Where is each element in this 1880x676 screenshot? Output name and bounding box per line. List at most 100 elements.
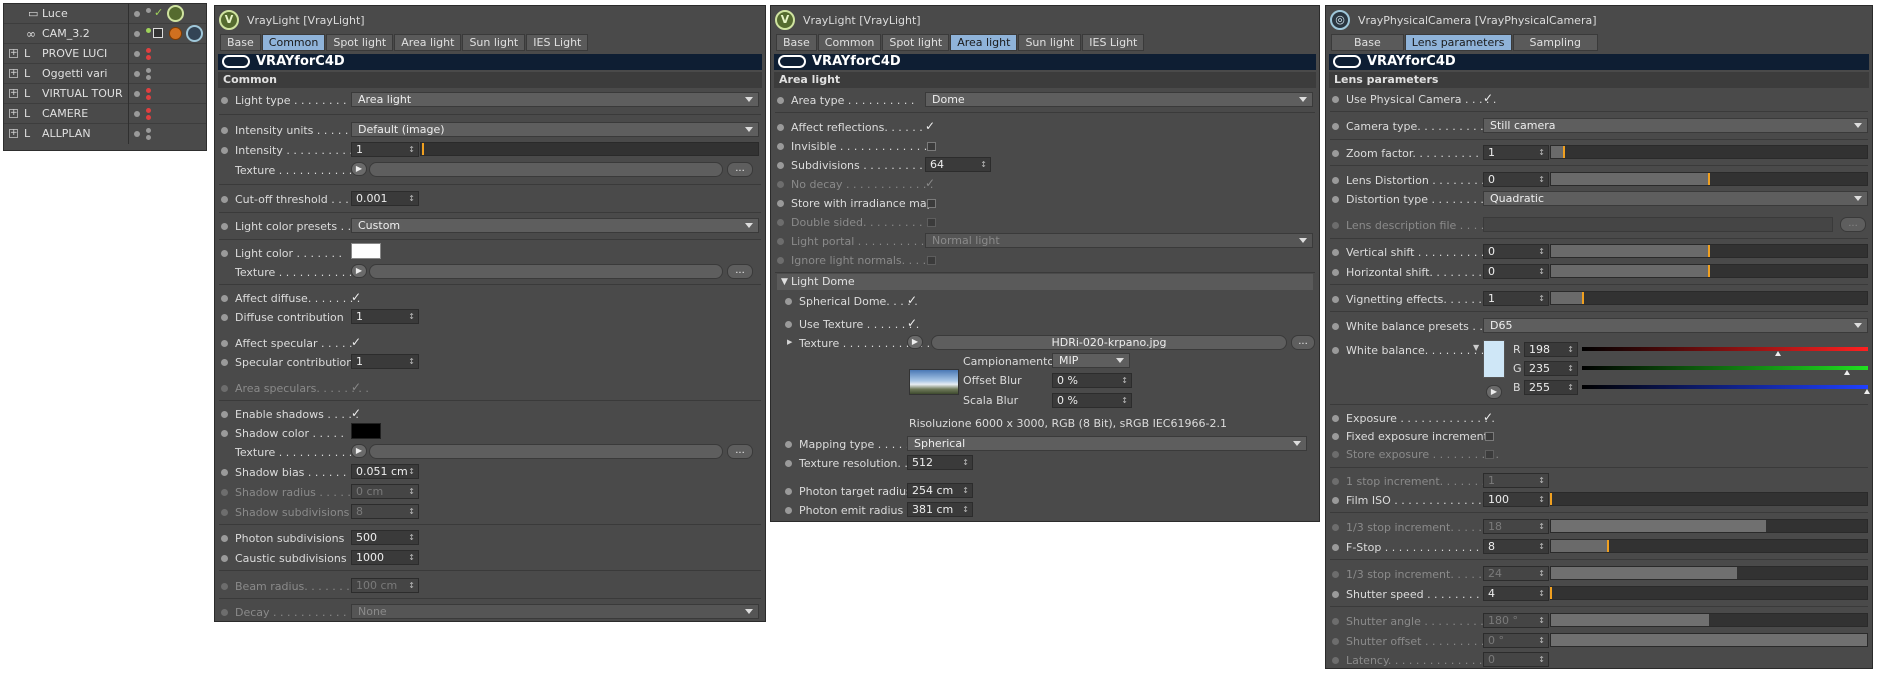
animate-dot-icon[interactable] — [1332, 415, 1339, 422]
enabled-check-icon[interactable]: ✓ — [154, 6, 163, 19]
editor-dot-icon[interactable] — [146, 55, 151, 60]
film-iso-field[interactable]: 100 — [1483, 492, 1549, 507]
no-render-tag-icon[interactable] — [169, 27, 182, 40]
vertical-shift-field[interactable]: 0 — [1483, 244, 1549, 259]
expand-icon[interactable]: + — [9, 69, 18, 78]
affect-specular-checkbox[interactable]: ✓ — [351, 335, 361, 349]
shutter-speed-field[interactable]: 4 — [1483, 586, 1549, 601]
invisible-checkbox[interactable] — [927, 142, 936, 151]
animate-dot-icon[interactable] — [1332, 657, 1339, 664]
texture-play-icon[interactable]: ▶ — [351, 264, 367, 278]
cutoff-field[interactable]: 0.001 — [351, 191, 419, 206]
green-channel-slider[interactable] — [1582, 366, 1868, 370]
zoom-factor-slider[interactable] — [1550, 145, 1868, 159]
visibility-dot-icon[interactable] — [134, 131, 140, 137]
animate-dot-icon[interactable] — [785, 298, 792, 305]
tab-ies-light[interactable]: IES Light — [1082, 34, 1145, 51]
vray-tag-icon[interactable] — [167, 5, 184, 22]
tab-common[interactable]: Common — [817, 34, 882, 51]
enable-shadows-checkbox[interactable]: ✓ — [351, 406, 361, 420]
animate-dot-icon[interactable] — [777, 200, 784, 207]
blue-slider-handle[interactable] — [1864, 389, 1870, 394]
animate-dot-icon[interactable] — [221, 314, 228, 321]
animate-dot-icon[interactable] — [1332, 433, 1339, 440]
animate-dot-icon[interactable] — [1332, 269, 1339, 276]
lens-distortion-field[interactable]: 0 — [1483, 172, 1549, 187]
red-channel-slider[interactable] — [1582, 347, 1868, 351]
store-exposure-checkbox[interactable] — [1485, 450, 1494, 459]
tab-spot-light[interactable]: Spot light — [326, 34, 394, 51]
animate-dot-icon[interactable] — [221, 469, 228, 476]
tab-sampling[interactable]: Sampling — [1512, 34, 1599, 51]
scala-blur-field[interactable]: 0 % — [1052, 393, 1132, 408]
tab-spot-light[interactable]: Spot light — [882, 34, 950, 51]
caustic-subdiv-field[interactable]: 1000 — [351, 550, 419, 565]
vray-camera-tag-icon[interactable] — [186, 25, 203, 42]
diffuse-contrib-field[interactable]: 1 — [351, 309, 419, 324]
animate-dot-icon[interactable] — [785, 321, 792, 328]
expand-icon[interactable]: + — [9, 89, 18, 98]
animate-dot-icon[interactable] — [777, 257, 784, 264]
blue-channel-slider[interactable] — [1582, 385, 1868, 389]
light-type-dropdown[interactable]: Area light — [351, 92, 759, 107]
editor-dot-icon[interactable] — [146, 135, 151, 140]
camera-type-dropdown[interactable]: Still camera — [1483, 118, 1868, 133]
slider-handle[interactable] — [1581, 292, 1584, 304]
double-sided-checkbox[interactable] — [927, 218, 936, 227]
slider-handle[interactable] — [1708, 265, 1710, 277]
animate-dot-icon[interactable] — [221, 535, 228, 542]
expand-arrow-icon[interactable]: ▶ — [787, 338, 792, 346]
photon-subdiv-field[interactable]: 500 — [351, 530, 419, 545]
animate-dot-icon[interactable] — [221, 127, 228, 134]
animate-dot-icon[interactable] — [777, 238, 784, 245]
tab-lens-parameters[interactable]: Lens parameters — [1404, 34, 1512, 51]
latency-field[interactable]: 0 — [1483, 652, 1549, 667]
tab-common[interactable]: Common — [261, 34, 326, 51]
no-decay-checkbox[interactable]: ✓ — [925, 176, 935, 190]
ignore-normals-checkbox[interactable] — [927, 256, 936, 265]
lens-distortion-slider[interactable] — [1550, 172, 1868, 186]
photon-emit-field[interactable]: 381 cm — [907, 502, 973, 517]
vignetting-field[interactable]: 1 — [1483, 291, 1549, 306]
texture-play-icon[interactable]: ▶ — [907, 335, 923, 349]
light-color-swatch[interactable] — [351, 243, 381, 259]
visibility-dot-icon[interactable] — [134, 51, 140, 57]
animate-dot-icon[interactable] — [1332, 347, 1339, 354]
animate-dot-icon[interactable] — [221, 196, 228, 203]
expand-arrow-icon[interactable]: ▼ — [1473, 343, 1479, 352]
green-channel-field[interactable]: 235 — [1524, 361, 1578, 376]
animate-dot-icon[interactable] — [221, 295, 228, 302]
use-physical-checkbox[interactable]: ✓ — [1483, 91, 1493, 105]
expand-icon[interactable]: + — [9, 129, 18, 138]
outliner-item-prove-luci[interactable]: + L PROVE LUCI — [4, 44, 206, 64]
zoom-factor-field[interactable]: 1 — [1483, 145, 1549, 160]
outliner-item-allplan[interactable]: + L ALLPLAN — [4, 124, 206, 144]
shadow-texture-browse-button[interactable]: ... — [727, 444, 753, 459]
color-texture-browse-button[interactable]: ... — [727, 264, 753, 279]
color-texture-slot[interactable] — [369, 264, 723, 279]
animate-dot-icon[interactable] — [1332, 150, 1339, 157]
outliner-item-oggetti-vari[interactable]: + L Oggetti vari — [4, 64, 206, 84]
animate-dot-icon[interactable] — [221, 250, 228, 257]
fixed-exposure-checkbox[interactable] — [1485, 432, 1494, 441]
tab-base[interactable]: Base — [220, 34, 261, 51]
blue-channel-field[interactable]: 255 — [1524, 380, 1578, 395]
animate-dot-icon[interactable] — [1332, 544, 1339, 551]
slider-handle[interactable] — [1708, 245, 1710, 257]
horizontal-shift-slider[interactable] — [1550, 264, 1868, 278]
animate-dot-icon[interactable] — [221, 489, 228, 496]
lens-desc-path-field[interactable] — [1483, 217, 1833, 232]
dome-texture-browse-button[interactable]: ... — [1291, 335, 1315, 350]
animate-dot-icon[interactable] — [221, 359, 228, 366]
shutter-offset-slider[interactable] — [1550, 633, 1868, 647]
animate-dot-icon[interactable] — [221, 583, 228, 590]
render-dot-icon[interactable] — [146, 108, 151, 113]
expand-icon[interactable]: + — [9, 109, 18, 118]
distortion-type-dropdown[interactable]: Quadratic — [1483, 191, 1868, 206]
third-stop-shutter-slider[interactable] — [1550, 566, 1868, 580]
animate-dot-icon[interactable] — [1332, 177, 1339, 184]
animate-dot-icon[interactable] — [1332, 249, 1339, 256]
animate-dot-icon[interactable] — [1332, 296, 1339, 303]
editor-dot-icon[interactable] — [146, 115, 151, 120]
animate-dot-icon[interactable] — [1332, 571, 1339, 578]
